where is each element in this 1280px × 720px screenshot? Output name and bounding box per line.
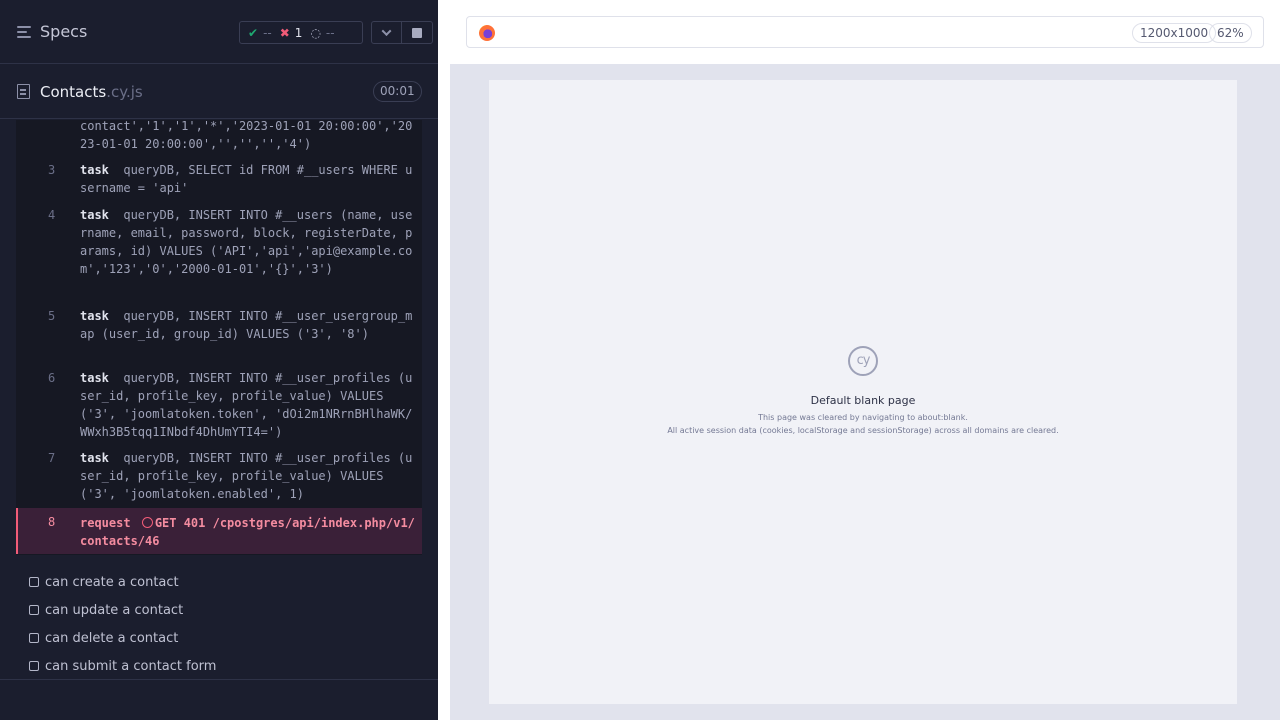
reporter-panel: Specs ✔ -- ✖ 1 ◌ -- Contacts.cy.js 00:01 <box>0 0 438 720</box>
spinner-icon: ◌ <box>310 25 321 40</box>
expand-button[interactable] <box>372 22 403 43</box>
spec-name: Contacts <box>40 83 107 101</box>
test-item[interactable]: can submit a contact form <box>0 652 438 680</box>
command-number: 8 <box>48 515 56 529</box>
blank-page-detail: All active session data (cookies, localS… <box>667 426 1059 435</box>
specs-header: Specs ✔ -- ✖ 1 ◌ -- <box>0 0 438 64</box>
command-row[interactable]: 6 task queryDB, INSERT INTO #__user_prof… <box>16 369 422 441</box>
blank-page-title: Default blank page <box>810 394 916 407</box>
command-row[interactable]: 5 task queryDB, INSERT INTO #__user_user… <box>16 307 422 361</box>
aut-iframe[interactable]: cy Default blank page This page was clea… <box>489 80 1237 704</box>
command-text: queryDB, INSERT INTO #__user_usergroup_m… <box>80 309 413 341</box>
command-text: GET 401 /cpostgres/api/index.php/v1/cont… <box>80 516 415 548</box>
failed-request-icon <box>141 517 153 528</box>
command-content: task queryDB, INSERT INTO #__user_usergr… <box>80 307 416 343</box>
command-keyword: request <box>80 516 131 530</box>
command-keyword: task <box>80 208 109 222</box>
pending-stat: ◌ -- <box>310 26 334 40</box>
test-title: can update a contact <box>45 602 184 618</box>
url-bar[interactable]: 1200x1000 62% <box>466 16 1264 48</box>
test-status-icon <box>29 605 39 615</box>
spec-extension: .cy.js <box>106 83 143 101</box>
test-title: can create a contact <box>45 574 179 590</box>
cypress-logo-icon: cy <box>848 346 878 376</box>
pending-count: -- <box>325 25 335 40</box>
test-status-icon <box>29 661 39 671</box>
test-status-icon <box>29 633 39 643</box>
specs-title[interactable]: Specs <box>40 22 87 41</box>
command-content: task queryDB, INSERT INTO #__users (name… <box>80 206 416 278</box>
failed-stat: ✖ 1 <box>280 26 303 40</box>
command-content: request GET 401 /cpostgres/api/index.php… <box>80 514 416 550</box>
command-text: queryDB, INSERT INTO #__user_profiles (u… <box>80 371 413 439</box>
blank-page-message: This page was cleared by navigating to a… <box>758 413 968 422</box>
spec-file-name[interactable]: Contacts.cy.js <box>40 83 143 101</box>
command-text: contact','1','1','*','2023-01-01 20:00:0… <box>80 120 413 151</box>
test-item[interactable]: can update a contact <box>0 596 438 624</box>
failed-command-row[interactable]: 8 request GET 401 /cpostgres/api/index.p… <box>16 508 422 554</box>
test-item[interactable]: can delete a contact <box>0 624 438 652</box>
document-icon <box>17 84 30 99</box>
test-title: can submit a contact form <box>45 658 217 674</box>
command-content: task queryDB, INSERT INTO #__user_profil… <box>80 369 416 441</box>
command-text: queryDB, INSERT INTO #__user_profiles (u… <box>80 451 413 501</box>
command-number: 3 <box>48 163 56 177</box>
command-number: 4 <box>48 208 56 222</box>
stop-button[interactable] <box>402 22 432 43</box>
command-keyword: task <box>80 309 109 323</box>
passed-stat: ✔ -- <box>248 26 272 40</box>
firefox-icon <box>479 25 495 41</box>
command-keyword: task <box>80 371 109 385</box>
chevron-down-icon <box>381 26 392 37</box>
command-text: queryDB, INSERT INTO #__users (name, use… <box>80 208 413 276</box>
aut-header: 1200x1000 62% <box>438 0 1280 64</box>
command-row[interactable]: contact','1','1','*','2023-01-01 20:00:0… <box>16 120 422 155</box>
failed-count: 1 <box>294 25 303 40</box>
spec-file-header: Contacts.cy.js 00:01 <box>0 65 438 119</box>
viewport-size[interactable]: 1200x1000 <box>1132 23 1217 43</box>
command-number: 7 <box>48 451 56 465</box>
command-row[interactable]: 3 task queryDB, SELECT id FROM #__users … <box>16 161 422 197</box>
test-title: can delete a contact <box>45 630 179 646</box>
test-stats: ✔ -- ✖ 1 ◌ -- <box>239 21 363 44</box>
specs-list-icon[interactable] <box>17 26 33 40</box>
spec-duration: 00:01 <box>373 81 422 102</box>
command-number: 6 <box>48 371 56 385</box>
zoom-level[interactable]: 62% <box>1209 23 1252 43</box>
command-row[interactable]: 4 task queryDB, INSERT INTO #__users (na… <box>16 206 422 298</box>
command-content: task queryDB, INSERT INTO #__user_profil… <box>80 449 416 503</box>
command-number: 5 <box>48 309 56 323</box>
passed-count: -- <box>263 25 272 40</box>
divider <box>0 679 438 680</box>
command-keyword: task <box>80 163 109 177</box>
test-status-icon <box>29 577 39 587</box>
command-keyword: task <box>80 451 109 465</box>
cross-icon: ✖ <box>279 25 290 40</box>
test-item[interactable]: can create a contact <box>0 568 438 596</box>
command-content: task queryDB, SELECT id FROM #__users WH… <box>80 161 416 197</box>
test-list: can create a contact can update a contac… <box>0 568 438 680</box>
check-icon: ✔ <box>248 25 259 40</box>
run-controls <box>371 21 433 44</box>
command-row[interactable]: 7 task queryDB, INSERT INTO #__user_prof… <box>16 449 422 503</box>
stop-icon <box>412 27 422 38</box>
command-log: contact','1','1','*','2023-01-01 20:00:0… <box>16 120 422 555</box>
app-under-test-panel: 1200x1000 62% cy Default blank page This… <box>438 0 1280 720</box>
command-text: queryDB, SELECT id FROM #__users WHERE u… <box>80 163 413 195</box>
